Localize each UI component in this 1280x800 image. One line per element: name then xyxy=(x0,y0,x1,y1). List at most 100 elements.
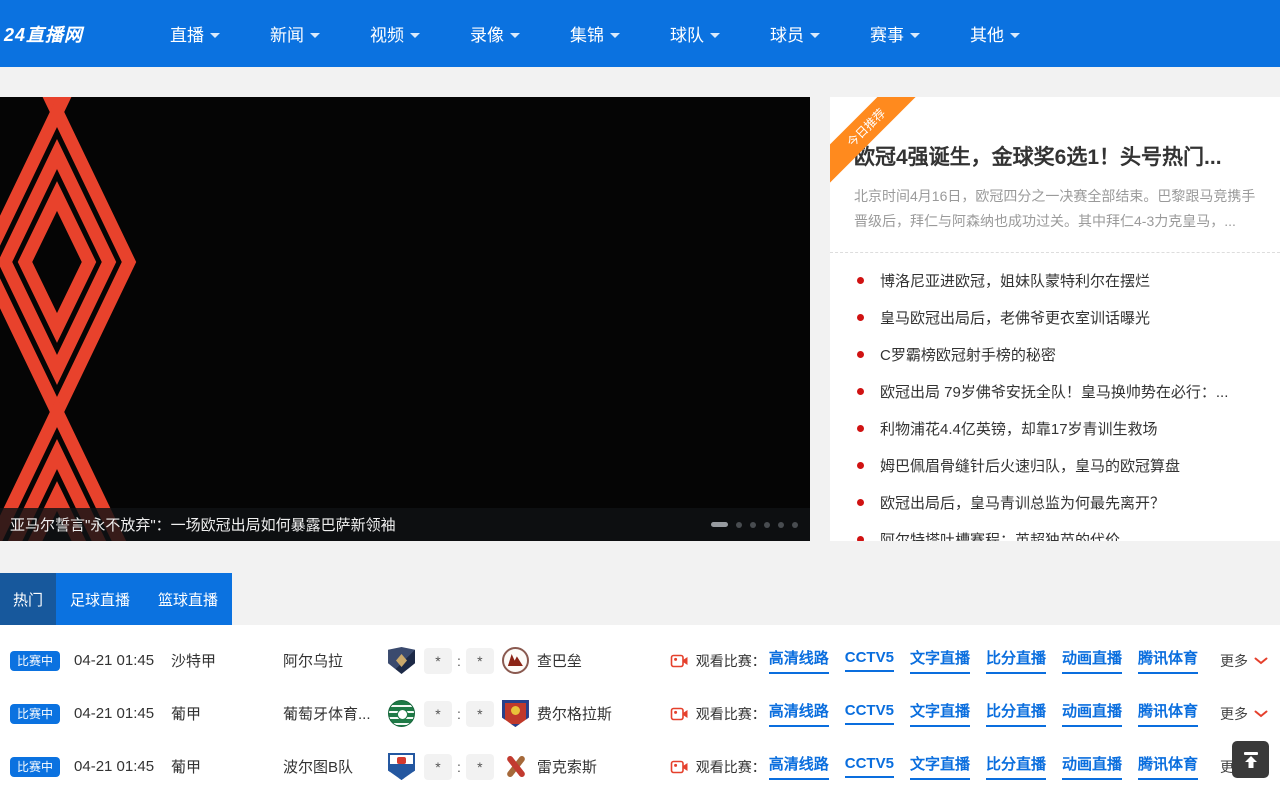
away-score: * xyxy=(466,754,494,780)
headline-item[interactable]: 姆巴佩眉骨缝针后火速归队，皇马的欧冠算盘 xyxy=(830,447,1280,484)
status-badge: 比赛中 xyxy=(10,651,60,671)
nav-item-live[interactable]: 直播 xyxy=(170,21,270,46)
ribbon-corner: 今日推荐 xyxy=(830,97,916,183)
link-cctv5[interactable]: CCTV5 xyxy=(845,755,894,778)
bullet-icon xyxy=(857,314,864,321)
site-logo[interactable]: 24直播网 xyxy=(2,21,162,47)
nav-item-label: 新闻 xyxy=(270,21,304,46)
carousel-dot-active[interactable] xyxy=(711,522,728,527)
watch-label: 观看比赛： xyxy=(696,704,766,724)
match-time: 04-21 01:45 xyxy=(74,705,171,722)
home-score: * xyxy=(424,648,452,674)
home-score: * xyxy=(424,754,452,780)
carousel-dot[interactable] xyxy=(764,522,770,528)
bullet-icon xyxy=(857,277,864,284)
carousel-dot[interactable] xyxy=(778,522,784,528)
away-team-name[interactable]: 雷克索斯 xyxy=(537,756,597,777)
home-team-logo-icon xyxy=(388,647,415,674)
tab-basketball-live[interactable]: 篮球直播 xyxy=(144,573,232,625)
league-name[interactable]: 沙特甲 xyxy=(171,650,283,671)
chevron-down-icon xyxy=(710,33,720,38)
link-cctv5[interactable]: CCTV5 xyxy=(845,702,894,725)
headline-list: 博洛尼亚进欧冠，姐妹队蒙特利尔在摆烂 皇马欧冠出局后，老佛爷更衣室训话曝光 C罗… xyxy=(830,262,1280,541)
chevron-down-icon xyxy=(1254,657,1268,665)
league-name[interactable]: 葡甲 xyxy=(171,756,283,777)
carousel-pagination xyxy=(711,522,800,528)
watch-links-group: 观看比赛： 高清线路 CCTV5 文字直播 比分直播 动画直播 腾讯体育 更多 xyxy=(670,700,1268,727)
stream-links: 高清线路 CCTV5 文字直播 比分直播 动画直播 腾讯体育 xyxy=(769,647,1198,674)
league-name[interactable]: 葡甲 xyxy=(171,703,283,724)
status-badge: 比赛中 xyxy=(10,704,60,724)
link-score-live[interactable]: 比分直播 xyxy=(986,753,1046,780)
away-team-name[interactable]: 查巴垒 xyxy=(537,650,582,671)
nav-item-others[interactable]: 其他 xyxy=(970,21,1070,46)
link-anim-live[interactable]: 动画直播 xyxy=(1062,753,1122,780)
headline-item[interactable]: 欧冠出局 79岁佛爷安抚全队！皇马换帅势在必行：... xyxy=(830,373,1280,410)
link-hd-line[interactable]: 高清线路 xyxy=(769,753,829,780)
nav-item-label: 赛事 xyxy=(870,21,904,46)
carousel-dot[interactable] xyxy=(792,522,798,528)
more-button[interactable]: 更多 xyxy=(1220,704,1268,724)
link-tencent-sports[interactable]: 腾讯体育 xyxy=(1138,647,1198,674)
link-anim-live[interactable]: 动画直播 xyxy=(1062,647,1122,674)
link-tencent-sports[interactable]: 腾讯体育 xyxy=(1138,700,1198,727)
video-camera-icon xyxy=(670,705,689,723)
away-score: * xyxy=(466,701,494,727)
headline-item[interactable]: 阿尔特塔吐槽赛程：英超独苗的代价 xyxy=(830,521,1280,541)
link-text-live[interactable]: 文字直播 xyxy=(910,700,970,727)
home-team-logo-icon xyxy=(388,700,415,727)
link-score-live[interactable]: 比分直播 xyxy=(986,700,1046,727)
headline-item[interactable]: 欧冠出局后，皇马青训总监为何最先离开？ xyxy=(830,484,1280,521)
bullet-icon xyxy=(857,536,864,541)
chevron-down-icon xyxy=(310,33,320,38)
match-row: 比赛中 04-21 01:45 沙特甲 阿尔乌拉 * : * 查巴垒 观看比赛：… xyxy=(0,634,1280,687)
nav-item-teams[interactable]: 球队 xyxy=(670,21,770,46)
nav-item-highlights[interactable]: 集锦 xyxy=(570,21,670,46)
headline-item[interactable]: 利物浦花4.4亿英镑，却靠17岁青训生救场 xyxy=(830,410,1280,447)
hero-carousel[interactable]: 亚马尔誓言"永不放弃"：一场欧冠出局如何暴露巴萨新领袖 xyxy=(0,97,810,541)
home-team-name[interactable]: 葡萄牙体育... xyxy=(283,703,388,724)
carousel-caption[interactable]: 亚马尔誓言"永不放弃"：一场欧冠出局如何暴露巴萨新领袖 xyxy=(10,514,396,535)
watch-label: 观看比赛： xyxy=(696,651,766,671)
headline-item[interactable]: C罗霸榜欧冠射手榜的秘密 xyxy=(830,336,1280,373)
tab-hot[interactable]: 热门 xyxy=(0,573,56,625)
nav-item-players[interactable]: 球员 xyxy=(770,21,870,46)
nav-item-news[interactable]: 新闻 xyxy=(270,21,370,46)
back-to-top-button[interactable] xyxy=(1232,741,1269,778)
headline-text: 欧冠出局 79岁佛爷安抚全队！皇马换帅势在必行：... xyxy=(880,381,1228,402)
chevron-down-icon xyxy=(810,33,820,38)
main-nav: 直播 新闻 视频 录像 集锦 球队 球员 赛事 其他 xyxy=(170,21,1070,46)
nav-item-competitions[interactable]: 赛事 xyxy=(870,21,970,46)
nav-item-replay[interactable]: 录像 xyxy=(470,21,570,46)
away-team-logo-icon xyxy=(502,700,529,727)
carousel-dot[interactable] xyxy=(750,522,756,528)
nav-item-label: 录像 xyxy=(470,21,504,46)
link-cctv5[interactable]: CCTV5 xyxy=(845,649,894,672)
carousel-dot[interactable] xyxy=(736,522,742,528)
link-text-live[interactable]: 文字直播 xyxy=(910,647,970,674)
chevron-down-icon xyxy=(210,33,220,38)
more-button[interactable]: 更多 xyxy=(1220,651,1268,671)
link-hd-line[interactable]: 高清线路 xyxy=(769,647,829,674)
away-team-logo-icon xyxy=(502,753,529,780)
link-hd-line[interactable]: 高清线路 xyxy=(769,700,829,727)
home-team-name[interactable]: 波尔图B队 xyxy=(283,756,388,777)
headline-item[interactable]: 博洛尼亚进欧冠，姐妹队蒙特利尔在摆烂 xyxy=(830,262,1280,299)
home-team-name[interactable]: 阿尔乌拉 xyxy=(283,650,388,671)
video-camera-icon xyxy=(670,652,689,670)
link-tencent-sports[interactable]: 腾讯体育 xyxy=(1138,753,1198,780)
headline-text: 利物浦花4.4亿英镑，却靠17岁青训生救场 xyxy=(880,418,1158,439)
tab-football-live[interactable]: 足球直播 xyxy=(56,573,144,625)
chevron-down-icon xyxy=(1254,710,1268,718)
match-time: 04-21 01:45 xyxy=(74,758,171,775)
match-row: 比赛中 04-21 01:45 葡甲 波尔图B队 * : * 雷克索斯 观看比赛… xyxy=(0,740,1280,793)
link-anim-live[interactable]: 动画直播 xyxy=(1062,700,1122,727)
link-score-live[interactable]: 比分直播 xyxy=(986,647,1046,674)
nav-item-video[interactable]: 视频 xyxy=(370,21,470,46)
nav-item-label: 直播 xyxy=(170,21,204,46)
headline-item[interactable]: 皇马欧冠出局后，老佛爷更衣室训话曝光 xyxy=(830,299,1280,336)
away-team-name[interactable]: 费尔格拉斯 xyxy=(537,703,612,724)
headline-text: 姆巴佩眉骨缝针后火速归队，皇马的欧冠算盘 xyxy=(880,455,1180,476)
chevron-down-icon xyxy=(910,33,920,38)
link-text-live[interactable]: 文字直播 xyxy=(910,753,970,780)
